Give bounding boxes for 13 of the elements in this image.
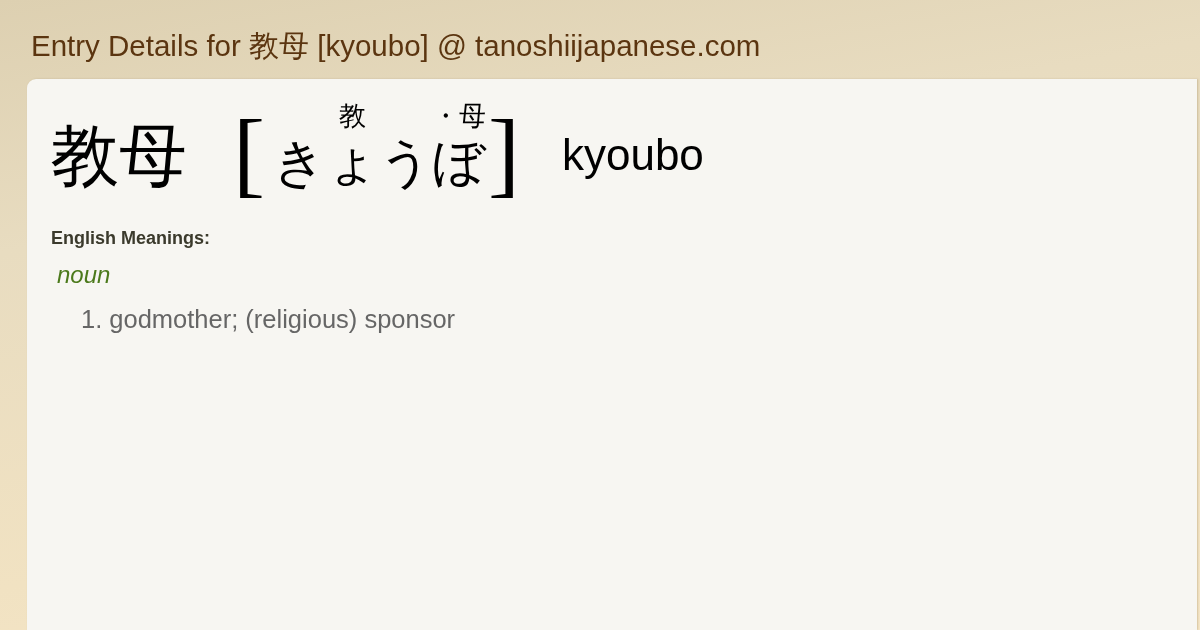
close-bracket: ]	[487, 104, 520, 201]
meanings-heading: English Meanings:	[51, 228, 211, 249]
kana-reading: きょう	[272, 132, 432, 193]
definition-text: godmother; (religious) sponsor	[109, 305, 456, 334]
furigana-text: 教	[338, 99, 366, 132]
part-of-speech-label: noun	[57, 261, 112, 289]
open-bracket: [	[233, 104, 265, 201]
furigana-text: ・母	[431, 99, 486, 132]
definition-number: 1.	[81, 305, 103, 334]
kana-reading: ぼ	[432, 132, 486, 193]
headword: 教母	[51, 121, 187, 190]
romaji-reading: kyoubo	[561, 129, 704, 180]
page-title: Entry Details for 教母 [kyoubo] @ tanoshiijapanese.com	[31, 30, 762, 62]
